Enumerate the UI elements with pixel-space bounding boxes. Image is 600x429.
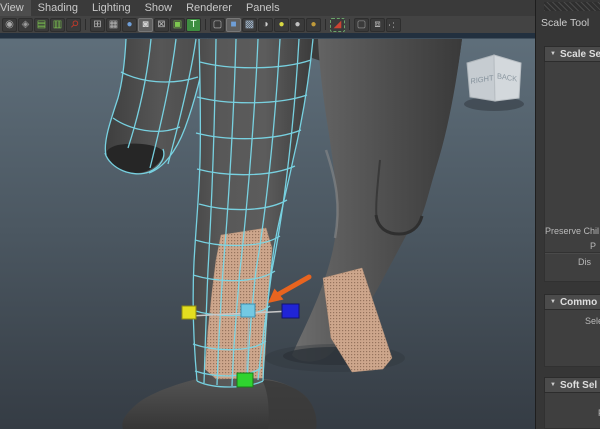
manipulator-x-handle[interactable] — [181, 305, 197, 320]
tool-settings-panel: Scale Tool ▼ Scale Se Preserve Chil P Di… — [535, 0, 600, 429]
menu-renderer[interactable]: Renderer — [179, 0, 239, 16]
safe-title-icon[interactable]: T — [186, 17, 201, 32]
view-cube[interactable]: RIGHT BACK — [464, 54, 524, 111]
resolution-gate-icon[interactable]: ● — [122, 17, 137, 32]
section-header-common[interactable]: ▼ Commo — [544, 294, 600, 310]
menu-lighting[interactable]: Lighting — [85, 0, 138, 16]
menu-panels[interactable]: Panels — [239, 0, 287, 16]
viewport-toolbar: ◉ ◈ ▤ ▥ ⚲ ⊞ ▦ ● ◙ ⊠ ▣ T ▢ ■ ▩ ◑ ● ● ● ◢ ▢ ⧈ ∴ — [0, 16, 535, 33]
bookmark-icon[interactable]: ▤ — [34, 17, 49, 32]
gate-mask-icon[interactable]: ◙ — [138, 17, 153, 32]
node-graph-icon[interactable]: ∴ — [386, 17, 401, 32]
maya-window: View Shading Lighting Show Renderer Panels ◉ ◈… — [0, 0, 600, 429]
checkered-sphere-icon[interactable]: ◑ — [258, 17, 273, 32]
label-select: Sele — [585, 316, 600, 326]
wireframe-cube-icon[interactable]: ▢ — [210, 17, 225, 32]
active-view-highlight — [0, 33, 535, 39]
grid-icon[interactable]: ⊞ — [90, 17, 105, 32]
pan-hand-icon[interactable]: ◈ — [18, 17, 33, 32]
label-discrete: Dis — [578, 257, 591, 267]
collapse-arrow-icon: ▼ — [550, 51, 556, 57]
textured-cube-icon[interactable]: ▩ — [242, 17, 257, 32]
light-yellow-sphere-icon[interactable]: ● — [274, 17, 289, 32]
light-gray-sphere-icon[interactable]: ● — [290, 17, 305, 32]
section-divider — [545, 252, 600, 253]
xray-cube-icon[interactable]: ▢ — [354, 17, 369, 32]
toolbar-separator — [325, 19, 326, 30]
section-header-scale-settings[interactable]: ▼ Scale Se — [544, 46, 600, 62]
menu-view[interactable]: View — [0, 0, 31, 16]
scene-canvas[interactable]: RIGHT BACK — [0, 33, 535, 429]
toolbar-separator — [85, 19, 86, 30]
key-icon[interactable]: ⚲ — [66, 17, 81, 32]
field-chart-icon[interactable]: ⊠ — [154, 17, 169, 32]
toolbar-separator — [205, 19, 206, 30]
manipulator-center-handle[interactable] — [240, 303, 256, 318]
image-plane-icon[interactable]: ▥ — [50, 17, 65, 32]
menu-shading[interactable]: Shading — [31, 0, 85, 16]
film-gate-icon[interactable]: ▦ — [106, 17, 121, 32]
viewport-menubar: View Shading Lighting Show Renderer Panels — [0, 0, 535, 16]
smooth-shade-cube-icon[interactable]: ■ — [226, 17, 241, 32]
panel-grip-texture[interactable] — [544, 2, 600, 11]
select-camera-icon[interactable]: ◉ — [2, 17, 17, 32]
panel-title: Scale Tool — [541, 17, 590, 29]
section-header-soft-select[interactable]: ▼ Soft Sel — [544, 377, 600, 393]
collapse-arrow-icon: ▼ — [550, 382, 556, 388]
safe-action-icon[interactable]: ▣ — [170, 17, 185, 32]
label-preserve-children: Preserve Chil — [545, 226, 600, 236]
menu-show[interactable]: Show — [138, 0, 180, 16]
isolate-select-icon[interactable]: ◢ — [330, 17, 345, 32]
viewport-3d[interactable]: RIGHT BACK — [0, 33, 535, 429]
manipulator-y-handle[interactable] — [236, 372, 254, 388]
frame-cube-icon[interactable]: ⧈ — [370, 17, 385, 32]
light-gold-sphere-icon[interactable]: ● — [306, 17, 321, 32]
section-body-soft-select: F — [544, 393, 600, 429]
collapse-arrow-icon: ▼ — [550, 299, 556, 305]
label-preserve-uvs: P — [590, 241, 597, 251]
manipulator-z-handle[interactable] — [281, 303, 300, 319]
section-body-scale-settings: Preserve Chil P Dis — [544, 62, 600, 282]
toolbar-separator — [349, 19, 350, 30]
section-body-common: Sele — [544, 310, 600, 367]
